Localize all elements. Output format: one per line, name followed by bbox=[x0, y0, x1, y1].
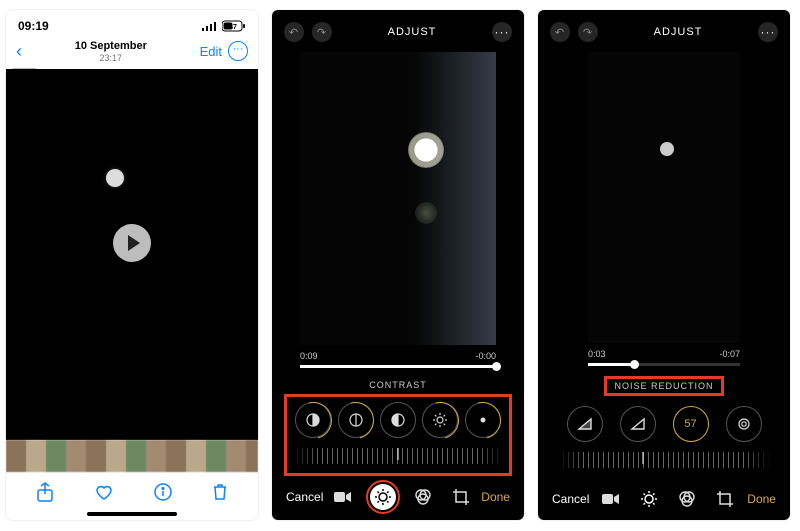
trim-end: -0:07 bbox=[719, 349, 740, 359]
edit-noise-screen: ↶ ↷ ADJUST ··· 0:03 -0:07 NOISE REDUCTIO… bbox=[538, 10, 790, 520]
mode-adjust-icon[interactable] bbox=[370, 484, 396, 510]
edit-footer: Cancel Done bbox=[272, 478, 524, 520]
mode-video-icon[interactable] bbox=[600, 488, 622, 510]
cancel-button[interactable]: Cancel bbox=[286, 490, 323, 504]
battery-icon: 47 bbox=[222, 20, 246, 32]
adjustment-controls-highlight bbox=[286, 396, 510, 474]
value-ruler[interactable] bbox=[558, 452, 770, 468]
edit-title: ADJUST bbox=[388, 26, 437, 38]
mode-crop-icon[interactable] bbox=[450, 486, 472, 508]
trash-icon[interactable] bbox=[212, 483, 228, 501]
undo-button[interactable]: ↶ bbox=[550, 22, 570, 42]
edit-title: ADJUST bbox=[654, 26, 703, 38]
dial-center-dot[interactable] bbox=[465, 402, 501, 438]
mode-crop-icon[interactable] bbox=[714, 488, 736, 510]
trim-handle[interactable] bbox=[630, 360, 639, 369]
edit-footer: Cancel Done bbox=[538, 482, 790, 520]
done-button[interactable]: Done bbox=[481, 490, 510, 504]
more-button[interactable]: ··· bbox=[758, 22, 778, 42]
moon-graphic bbox=[660, 142, 674, 156]
status-time: 09:19 bbox=[18, 19, 49, 33]
nav-bar: ‹ 10 September 23:17 Edit ··· bbox=[6, 36, 258, 69]
status-bar: 09:19 47 bbox=[6, 10, 258, 36]
edit-preview[interactable] bbox=[300, 52, 496, 345]
undo-button[interactable]: ↶ bbox=[284, 22, 304, 42]
redo-button[interactable]: ↷ bbox=[312, 22, 332, 42]
done-button[interactable]: Done bbox=[747, 492, 776, 506]
mode-adjust-icon[interactable] bbox=[638, 488, 660, 510]
mode-filter-icon[interactable] bbox=[676, 488, 698, 510]
home-indicator[interactable] bbox=[87, 512, 177, 516]
media-viewer[interactable] bbox=[6, 69, 258, 440]
adjustment-name-highlight: NOISE REDUCTION bbox=[606, 378, 721, 394]
mode-filter-icon[interactable] bbox=[412, 486, 434, 508]
adjustment-name: CONTRAST bbox=[272, 380, 524, 390]
photos-viewer-screen: 09:19 47 ‹ 10 September 23:17 Edit ··· bbox=[6, 10, 258, 520]
play-button[interactable] bbox=[113, 224, 151, 262]
signal-icon bbox=[202, 21, 218, 31]
dial-value-text: 57 bbox=[684, 418, 696, 430]
dial-row bbox=[290, 402, 506, 438]
dial-contrast[interactable] bbox=[380, 402, 416, 438]
edit-contrast-screen: ↶ ↷ ADJUST ··· 0:09 -0:00 CONTRAST bbox=[272, 10, 524, 520]
more-button[interactable]: ··· bbox=[492, 22, 512, 42]
thumbnail-strip[interactable] bbox=[6, 440, 258, 472]
share-icon[interactable] bbox=[36, 482, 54, 502]
dial-triangle[interactable] bbox=[567, 406, 603, 442]
dial-row: 57 bbox=[556, 406, 772, 442]
info-icon[interactable] bbox=[154, 483, 172, 501]
trim-start: 0:03 bbox=[588, 349, 606, 359]
dial-half-circle-alt[interactable] bbox=[338, 402, 374, 438]
trim-time-row: 0:03 -0:07 bbox=[588, 349, 740, 359]
trim-slider[interactable] bbox=[300, 365, 496, 368]
photo-date: 10 September bbox=[75, 40, 147, 53]
back-button[interactable]: ‹ bbox=[16, 41, 22, 62]
moon-graphic bbox=[106, 169, 124, 187]
trim-start: 0:09 bbox=[300, 351, 318, 361]
dial-half-circle[interactable] bbox=[295, 402, 331, 438]
edit-header: ↶ ↷ ADJUST ··· bbox=[538, 10, 790, 48]
edit-preview[interactable] bbox=[588, 52, 740, 343]
redo-button[interactable]: ↷ bbox=[578, 22, 598, 42]
more-button[interactable]: ··· bbox=[228, 41, 248, 61]
cancel-button[interactable]: Cancel bbox=[552, 492, 589, 506]
heart-icon[interactable] bbox=[94, 483, 114, 501]
mode-video-icon[interactable] bbox=[332, 486, 354, 508]
value-ruler[interactable] bbox=[292, 448, 504, 464]
trim-time-row: 0:09 -0:00 bbox=[300, 351, 496, 361]
dial-value[interactable]: 57 bbox=[673, 406, 709, 442]
trim-slider[interactable] bbox=[588, 363, 740, 366]
moon-glow bbox=[408, 132, 444, 168]
edit-header: ↶ ↷ ADJUST ··· bbox=[272, 10, 524, 48]
photo-time: 23:17 bbox=[75, 53, 147, 63]
dial-rings[interactable] bbox=[726, 406, 762, 442]
trim-handle[interactable] bbox=[492, 362, 501, 371]
dial-brightness[interactable] bbox=[422, 402, 458, 438]
svg-text:47: 47 bbox=[229, 24, 237, 31]
edit-button[interactable]: Edit bbox=[200, 44, 222, 59]
bottom-toolbar bbox=[6, 472, 258, 512]
dial-triangle-alt[interactable] bbox=[620, 406, 656, 442]
adjustment-controls: 57 bbox=[552, 400, 776, 478]
trim-end: -0:00 bbox=[475, 351, 496, 361]
